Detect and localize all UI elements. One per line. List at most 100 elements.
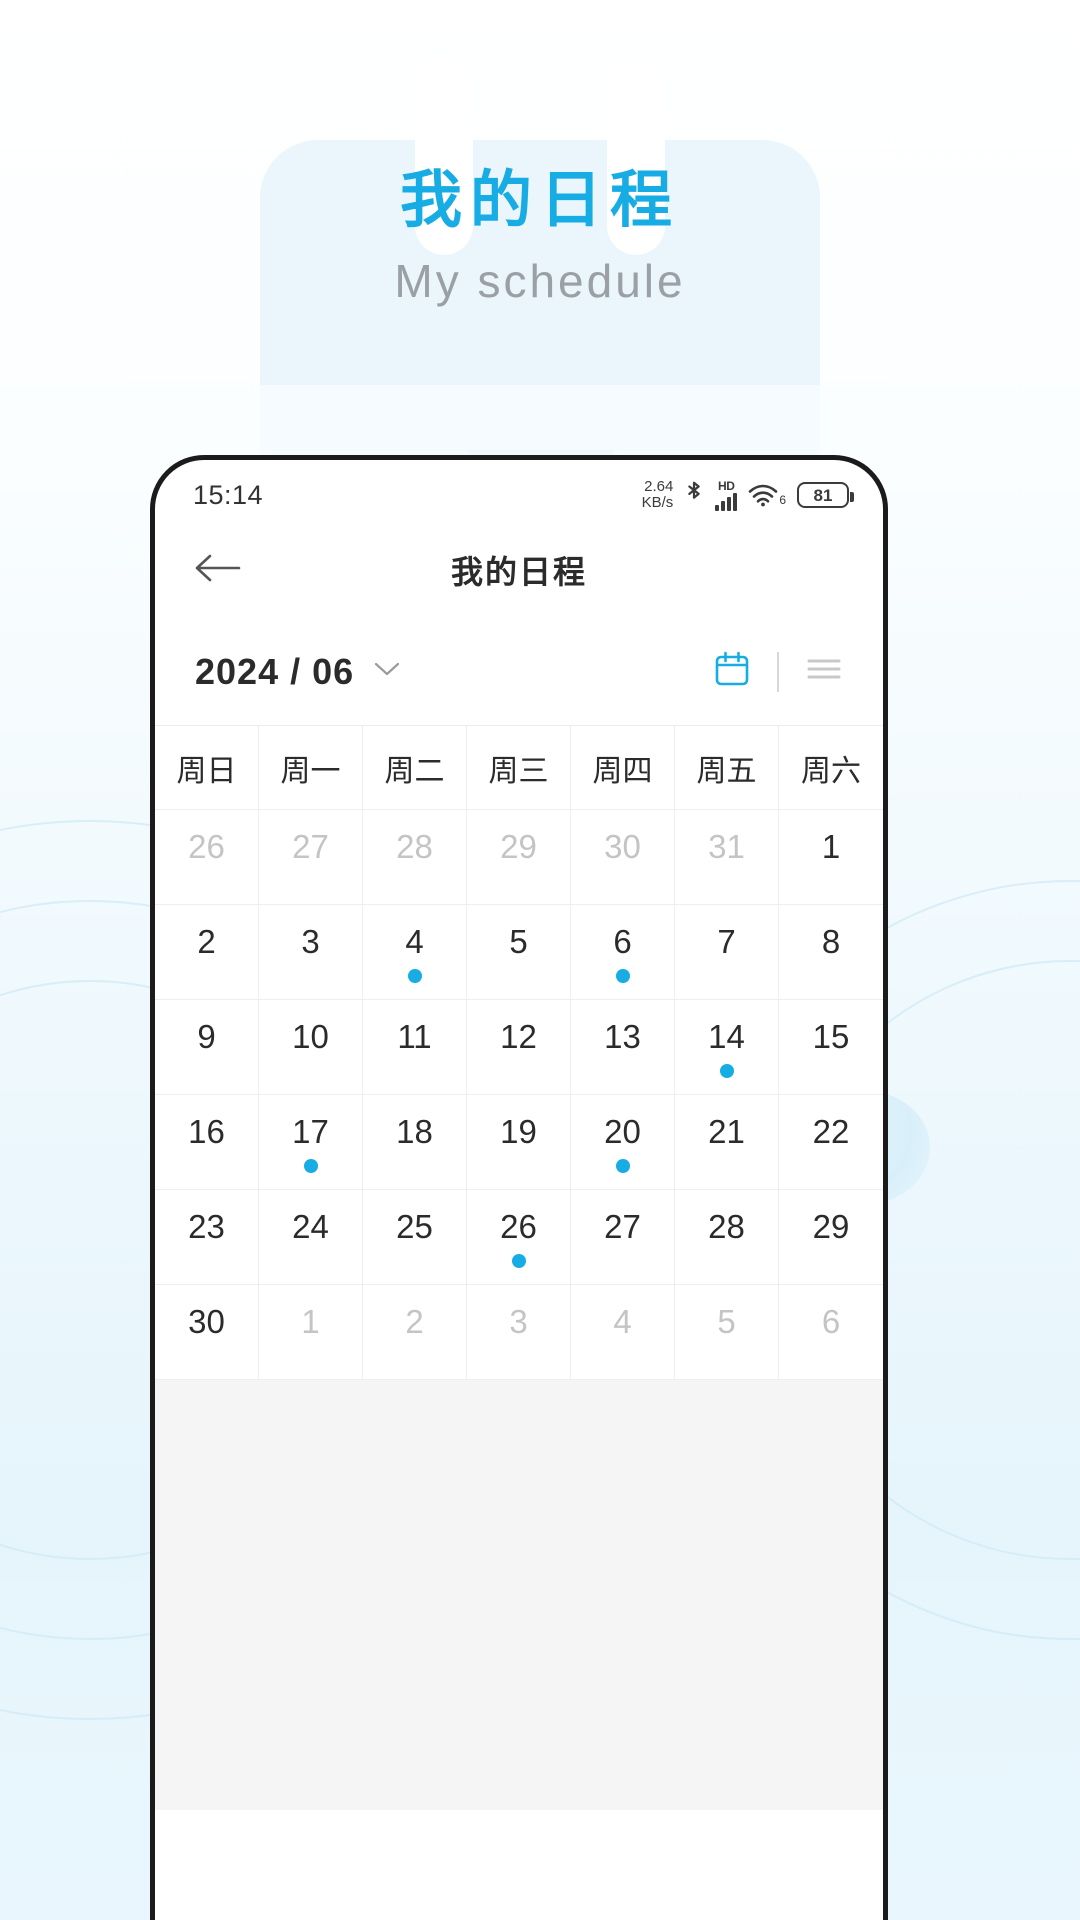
arrow-left-icon <box>194 551 242 590</box>
calendar-day-number: 3 <box>509 1303 528 1340</box>
calendar-day-cell[interactable]: 28 <box>675 1190 779 1285</box>
calendar-day-cell[interactable]: 26 <box>155 810 259 905</box>
calendar-day-cell[interactable]: 6 <box>779 1285 883 1380</box>
back-button[interactable] <box>191 543 245 597</box>
calendar-day-cell[interactable]: 28 <box>363 810 467 905</box>
calendar-day-number: 2 <box>197 923 216 960</box>
calendar-day-number: 31 <box>708 828 745 865</box>
calendar-day-number: 1 <box>821 828 841 865</box>
list-view-button[interactable] <box>805 654 843 689</box>
calendar-day-cell[interactable]: 25 <box>363 1190 467 1285</box>
calendar-day-number: 7 <box>717 923 736 960</box>
calendar-day-number: 8 <box>821 923 841 960</box>
calendar-day-cell[interactable]: 3 <box>467 1285 571 1380</box>
calendar-day-cell[interactable]: 15 <box>779 1000 883 1095</box>
calendar-day-cell[interactable]: 14 <box>675 1000 779 1095</box>
hd-label: HD <box>717 478 735 493</box>
calendar-day-number: 1 <box>301 1303 320 1340</box>
calendar-day-cell[interactable]: 2 <box>155 905 259 1000</box>
page-title: 我的日程 <box>399 166 680 235</box>
calendar-day-number: 5 <box>717 1303 736 1340</box>
calendar-day-number: 18 <box>396 1113 433 1150</box>
phone-mockup: 15:14 2.64 KB/s HD 6 81 我的日程 2024 / 06 周… <box>150 455 888 1920</box>
calendar-day-number: 29 <box>812 1208 850 1245</box>
calendar-day-cell[interactable]: 18 <box>363 1095 467 1190</box>
calendar-day-cell[interactable]: 7 <box>675 905 779 1000</box>
calendar-day-cell[interactable]: 20 <box>571 1095 675 1190</box>
calendar-day-cell[interactable]: 12 <box>467 1000 571 1095</box>
calendar-day-cell[interactable]: 31 <box>675 810 779 905</box>
calendar-day-number: 15 <box>812 1018 850 1055</box>
calendar-day-number: 28 <box>396 828 433 865</box>
weekday-header: 周二 <box>363 726 467 810</box>
calendar-day-number: 12 <box>500 1018 537 1055</box>
calendar-day-cell[interactable]: 26 <box>467 1190 571 1285</box>
calendar-day-cell[interactable]: 17 <box>259 1095 363 1190</box>
event-indicator-dot <box>719 1064 734 1078</box>
weekday-header: 周日 <box>155 726 259 810</box>
month-toolbar: 2024 / 06 <box>155 618 883 726</box>
calendar-day-cell[interactable]: 8 <box>779 905 883 1000</box>
weekday-header: 周六 <box>779 726 883 810</box>
calendar-day-cell[interactable]: 3 <box>259 905 363 1000</box>
calendar-day-number: 17 <box>292 1113 329 1150</box>
calendar-day-cell[interactable]: 13 <box>571 1000 675 1095</box>
network-speed-value: 2.64 <box>644 478 674 496</box>
wifi-icon: 6 <box>748 483 786 507</box>
calendar-day-cell[interactable]: 29 <box>467 810 571 905</box>
calendar-day-cell[interactable]: 11 <box>363 1000 467 1095</box>
calendar-day-number: 29 <box>500 828 537 865</box>
month-selector[interactable]: 2024 / 06 <box>195 651 400 693</box>
calendar-view-button[interactable] <box>713 650 751 693</box>
calendar-day-cell[interactable]: 30 <box>571 810 675 905</box>
calendar-day-number: 30 <box>604 828 641 865</box>
calendar-day-cell[interactable]: 6 <box>571 905 675 1000</box>
calendar-day-cell[interactable]: 23 <box>155 1190 259 1285</box>
weekday-header-row: 周日 周一 周二 周三 周四 周五 周六 <box>155 726 883 810</box>
calendar-day-cell[interactable]: 4 <box>571 1285 675 1380</box>
app-bar-title: 我的日程 <box>450 554 587 590</box>
chevron-down-icon <box>374 662 400 681</box>
battery-icon: 81 <box>797 482 854 508</box>
calendar-day-number: 22 <box>812 1113 850 1150</box>
calendar-day-cell[interactable]: 1 <box>259 1285 363 1380</box>
calendar-day-cell[interactable]: 9 <box>155 1000 259 1095</box>
calendar-day-number: 23 <box>188 1208 225 1245</box>
event-indicator-dot <box>407 969 422 983</box>
calendar-day-number: 30 <box>188 1303 225 1340</box>
calendar-day-number: 6 <box>821 1303 841 1340</box>
calendar-day-cell[interactable]: 19 <box>467 1095 571 1190</box>
calendar-day-number: 13 <box>604 1018 641 1055</box>
calendar-day-number: 16 <box>188 1113 225 1150</box>
calendar-day-cell[interactable]: 4 <box>363 905 467 1000</box>
calendar-day-cell[interactable]: 24 <box>259 1190 363 1285</box>
calendar-day-cell[interactable]: 5 <box>675 1285 779 1380</box>
calendar-day-number: 10 <box>292 1018 329 1055</box>
weekday-header: 周三 <box>467 726 571 810</box>
calendar-day-grid: 26 27 28 29 30 31 1 2 3 4 5 6 7 8 9 10 11 12 13 14 15 16 17 18 1… <box>155 810 883 1380</box>
calendar-day-cell[interactable]: 21 <box>675 1095 779 1190</box>
schedule-list-area <box>155 1380 883 1810</box>
calendar-day-cell[interactable]: 30 <box>155 1285 259 1380</box>
calendar-day-number: 27 <box>292 828 329 865</box>
calendar-day-number: 5 <box>509 923 528 960</box>
calendar-day-number: 2 <box>405 1303 424 1340</box>
calendar-day-number: 9 <box>197 1018 216 1055</box>
weekday-header: 周四 <box>571 726 675 810</box>
calendar-day-cell[interactable]: 22 <box>779 1095 883 1190</box>
event-indicator-dot <box>511 1254 526 1268</box>
calendar-day-cell[interactable]: 29 <box>779 1190 883 1285</box>
calendar-day-cell[interactable]: 27 <box>571 1190 675 1285</box>
calendar-day-cell[interactable]: 16 <box>155 1095 259 1190</box>
app-bar: 我的日程 <box>155 522 883 618</box>
calendar-day-number: 24 <box>292 1208 329 1245</box>
calendar-day-cell[interactable]: 5 <box>467 905 571 1000</box>
calendar-day-cell[interactable]: 1 <box>779 810 883 905</box>
event-indicator-dot <box>615 1159 630 1173</box>
wifi-generation-label: 6 <box>779 493 786 507</box>
calendar-day-number: 28 <box>708 1208 745 1245</box>
calendar-day-number: 4 <box>405 923 424 960</box>
calendar-day-cell[interactable]: 27 <box>259 810 363 905</box>
calendar-day-cell[interactable]: 10 <box>259 1000 363 1095</box>
calendar-day-cell[interactable]: 2 <box>363 1285 467 1380</box>
